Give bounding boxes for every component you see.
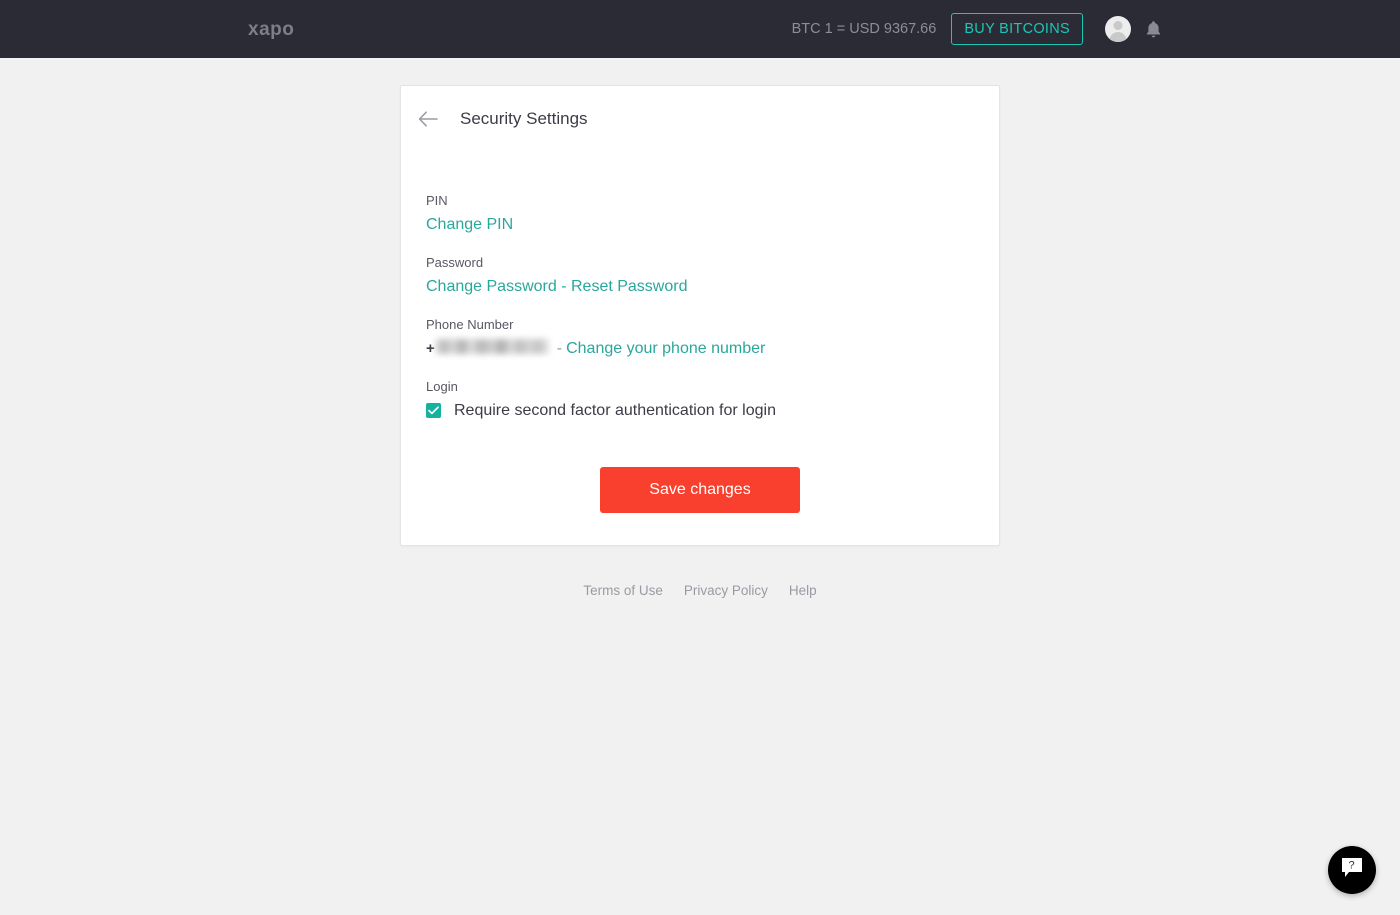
phone-separator: -	[556, 340, 563, 357]
privacy-policy-link[interactable]: Privacy Policy	[684, 582, 768, 600]
user-avatar-icon[interactable]	[1105, 16, 1131, 42]
top-navigation-bar: xapo BTC 1 = USD 9367.66 BUY BITCOINS	[0, 0, 1400, 58]
phone-number-label: Phone Number	[426, 317, 514, 332]
change-password-link[interactable]: Change Password	[426, 278, 557, 295]
phone-number-redacted	[435, 339, 549, 354]
card-header: Security Settings	[401, 86, 999, 132]
pin-section: PIN Change PIN	[426, 192, 999, 235]
back-arrow-icon[interactable]	[415, 106, 441, 132]
two-factor-checkbox[interactable]	[426, 403, 441, 418]
login-label: Login	[426, 379, 458, 394]
svg-text:?: ?	[1349, 859, 1355, 871]
password-section: Password Change Password - Reset Passwor…	[426, 254, 999, 297]
help-link[interactable]: Help	[789, 582, 817, 600]
topbar-right-group: BTC 1 = USD 9367.66 BUY BITCOINS	[792, 0, 1400, 58]
phone-plus-sign: +	[426, 340, 435, 357]
password-actions: Change Password - Reset Password	[426, 276, 999, 297]
phone-number-section: Phone Number + - Change your phone numbe…	[426, 316, 999, 359]
password-label: Password	[426, 255, 484, 270]
help-chat-bubble-button[interactable]: ?	[1328, 846, 1376, 894]
login-section: Login Require second factor authenticati…	[426, 378, 999, 421]
change-phone-number-link[interactable]: Change your phone number	[566, 338, 765, 359]
footer-links: Terms of Use Privacy Policy Help	[0, 582, 1400, 600]
buy-bitcoins-button[interactable]: BUY BITCOINS	[951, 13, 1083, 45]
pin-actions: Change PIN	[426, 214, 999, 235]
change-pin-link[interactable]: Change PIN	[426, 216, 513, 233]
security-settings-card: Security Settings PIN Change PIN Passwor…	[400, 85, 1000, 546]
reset-password-link[interactable]: Reset Password	[571, 278, 688, 295]
page-title: Security Settings	[460, 109, 588, 128]
two-factor-checkbox-row[interactable]: Require second factor authentication for…	[426, 400, 999, 421]
card-body: PIN Change PIN Password Change Password …	[401, 132, 999, 513]
xapo-logo[interactable]: xapo	[248, 19, 294, 40]
pin-label: PIN	[426, 193, 448, 208]
save-changes-button[interactable]: Save changes	[600, 467, 800, 513]
phone-number-value-row: + - Change your phone number	[426, 338, 999, 359]
password-separator: -	[561, 278, 567, 295]
help-chat-bubble-icon: ?	[1339, 856, 1365, 885]
notification-bell-icon[interactable]	[1145, 20, 1162, 39]
btc-exchange-rate: BTC 1 = USD 9367.66	[791, 21, 937, 37]
terms-of-use-link[interactable]: Terms of Use	[583, 582, 663, 600]
save-button-container: Save changes	[426, 467, 999, 513]
two-factor-checkbox-label[interactable]: Require second factor authentication for…	[454, 400, 776, 421]
